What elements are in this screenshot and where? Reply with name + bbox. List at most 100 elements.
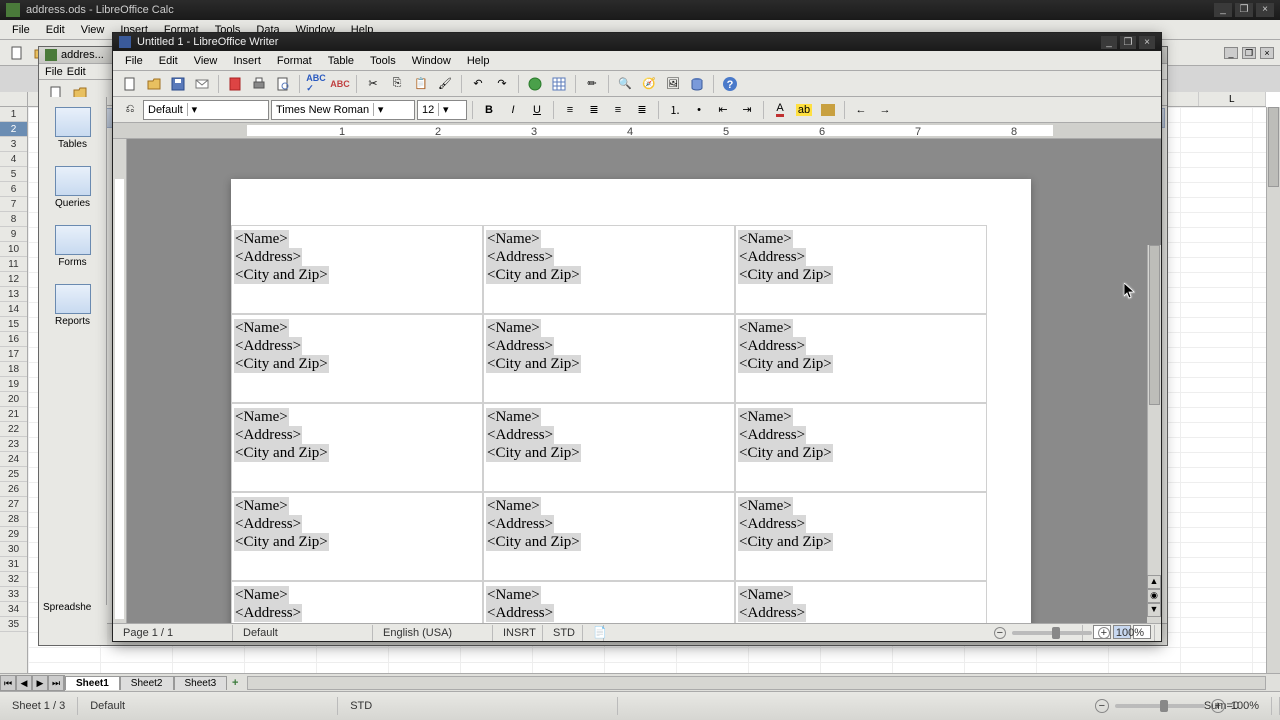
merge-field[interactable]: <Address> <box>234 248 302 266</box>
nav-back-icon[interactable]: ← <box>850 100 872 120</box>
row-header[interactable]: 30 <box>0 542 27 557</box>
label-cell[interactable]: <Name><Address><City and Zip> <box>231 492 483 581</box>
row-header[interactable]: 17 <box>0 347 27 362</box>
merge-field[interactable]: <City and Zip> <box>234 355 329 373</box>
paintbrush-icon[interactable]: 🖌 <box>434 74 456 94</box>
row-header[interactable]: 16 <box>0 332 27 347</box>
label-cell[interactable]: <Name><Address><City and Zip> <box>483 314 735 403</box>
row-header[interactable]: 5 <box>0 167 27 182</box>
merge-field[interactable]: <Address> <box>234 515 302 533</box>
menu-edit[interactable]: Edit <box>153 53 184 69</box>
merge-field[interactable]: <City and Zip> <box>738 444 833 462</box>
row-header[interactable]: 24 <box>0 452 27 467</box>
merge-field[interactable]: <Name> <box>486 230 541 248</box>
spellcheck-icon[interactable]: ABC✓ <box>305 74 327 94</box>
page-down-icon[interactable]: ▼ <box>1147 603 1161 617</box>
font-size-combo[interactable]: 12▾ <box>417 100 467 120</box>
sheet-tab-sheet3[interactable]: Sheet3 <box>174 676 228 690</box>
merge-field[interactable]: <Name> <box>486 408 541 426</box>
row-header[interactable]: 25 <box>0 467 27 482</box>
sheet-tab-sheet2[interactable]: Sheet2 <box>120 676 174 690</box>
merge-field[interactable]: <City and Zip> <box>486 355 581 373</box>
row-header[interactable]: 7 <box>0 197 27 212</box>
numbered-list-icon[interactable]: ⒈ <box>664 100 686 120</box>
row-header[interactable]: 29 <box>0 527 27 542</box>
inner-close-button[interactable]: × <box>1260 47 1274 59</box>
merge-field[interactable]: <City and Zip> <box>486 444 581 462</box>
document-page[interactable]: <Name><Address><City and Zip><Name><Addr… <box>231 179 1031 623</box>
undo-icon[interactable]: ↶ <box>467 74 489 94</box>
merge-field[interactable]: <City and Zip> <box>234 444 329 462</box>
merge-field[interactable]: <Name> <box>738 497 793 515</box>
datasources-icon[interactable] <box>686 74 708 94</box>
writer-edit-area[interactable]: <Name><Address><City and Zip><Name><Addr… <box>113 139 1161 623</box>
label-cell[interactable]: <Name><Address><City and Zip> <box>735 492 987 581</box>
menu-view[interactable]: View <box>75 22 111 38</box>
label-cell[interactable]: <Name><Address><City and Zip> <box>483 492 735 581</box>
merge-field[interactable]: <Name> <box>738 408 793 426</box>
scrollbar-thumb[interactable] <box>1149 245 1160 405</box>
row-header[interactable]: 35 <box>0 617 27 632</box>
row-header[interactable]: 20 <box>0 392 27 407</box>
label-cell[interactable]: <Name><Address><City and Zip> <box>483 403 735 492</box>
merge-field[interactable]: <City and Zip> <box>738 266 833 284</box>
label-cell[interactable]: <Name><Address> <box>483 581 735 623</box>
merge-field[interactable]: <Name> <box>486 497 541 515</box>
zoom-out-icon[interactable]: − <box>1095 699 1109 713</box>
row-header[interactable]: 1 <box>0 107 27 122</box>
email-icon[interactable] <box>191 74 213 94</box>
menu-window[interactable]: Window <box>406 53 457 69</box>
tab-prev-icon[interactable]: ◀ <box>16 675 32 691</box>
copy-icon[interactable]: ⎘ <box>386 74 408 94</box>
row-header[interactable]: 19 <box>0 377 27 392</box>
status-lang[interactable]: English (USA) <box>373 625 493 641</box>
pdf-icon[interactable] <box>224 74 246 94</box>
new-doc-icon[interactable] <box>119 74 141 94</box>
col-header[interactable]: L <box>1199 92 1266 106</box>
merge-field[interactable]: <Address> <box>486 337 554 355</box>
save-icon[interactable] <box>167 74 189 94</box>
writer-v-scrollbar[interactable] <box>1147 245 1161 605</box>
menu-format[interactable]: Format <box>271 53 318 69</box>
align-right-icon[interactable]: ≡ <box>607 100 629 120</box>
tab-first-icon[interactable]: ⏮ <box>0 675 16 691</box>
row-header[interactable]: 8 <box>0 212 27 227</box>
tab-last-icon[interactable]: ⏭ <box>48 675 64 691</box>
font-combo[interactable]: Times New Roman▾ <box>271 100 415 120</box>
nav-fwd-icon[interactable]: → <box>874 100 896 120</box>
zoom-slider[interactable] <box>1012 631 1092 635</box>
calc-v-scrollbar[interactable] <box>1266 107 1280 673</box>
row-header[interactable]: 2 <box>0 122 27 137</box>
maximize-button[interactable]: ❐ <box>1235 3 1253 17</box>
merge-field[interactable]: <Name> <box>234 319 289 337</box>
sheet-tab-sheet1[interactable]: Sheet1 <box>65 676 120 690</box>
increase-indent-icon[interactable]: ⇥ <box>736 100 758 120</box>
align-center-icon[interactable]: ≣ <box>583 100 605 120</box>
label-cell[interactable]: <Name><Address> <box>735 581 987 623</box>
add-sheet-button[interactable]: + <box>227 677 243 689</box>
italic-icon[interactable]: I <box>502 100 524 120</box>
inner-maximize-button[interactable]: ❐ <box>1242 47 1256 59</box>
row-header[interactable]: 27 <box>0 497 27 512</box>
row-header[interactable]: 12 <box>0 272 27 287</box>
ds-item-reports[interactable]: Reports <box>39 278 106 337</box>
merge-field[interactable]: <Address> <box>738 426 806 444</box>
menu-insert[interactable]: Insert <box>227 53 267 69</box>
row-header[interactable]: 23 <box>0 437 27 452</box>
zoom-percent[interactable]: 100% <box>1116 625 1144 641</box>
merge-field[interactable]: <Address> <box>738 337 806 355</box>
writer-minimize-button[interactable]: _ <box>1101 36 1117 49</box>
underline-icon[interactable]: U <box>526 100 548 120</box>
row-header[interactable]: 14 <box>0 302 27 317</box>
status-style[interactable]: Default <box>233 625 373 641</box>
zoom-slider[interactable] <box>1115 704 1205 708</box>
row-header[interactable]: 28 <box>0 512 27 527</box>
merge-field[interactable]: <Address> <box>738 604 806 622</box>
menu-file[interactable]: File <box>119 53 149 69</box>
inner-minimize-button[interactable]: _ <box>1224 47 1238 59</box>
writer-titlebar[interactable]: Untitled 1 - LibreOffice Writer _ ❐ × <box>113 33 1161 51</box>
merge-field[interactable]: <Address> <box>486 604 554 622</box>
ds-item-tables[interactable]: Tables <box>39 101 106 160</box>
tab-next-icon[interactable]: ▶ <box>32 675 48 691</box>
menu-view[interactable]: View <box>188 53 224 69</box>
